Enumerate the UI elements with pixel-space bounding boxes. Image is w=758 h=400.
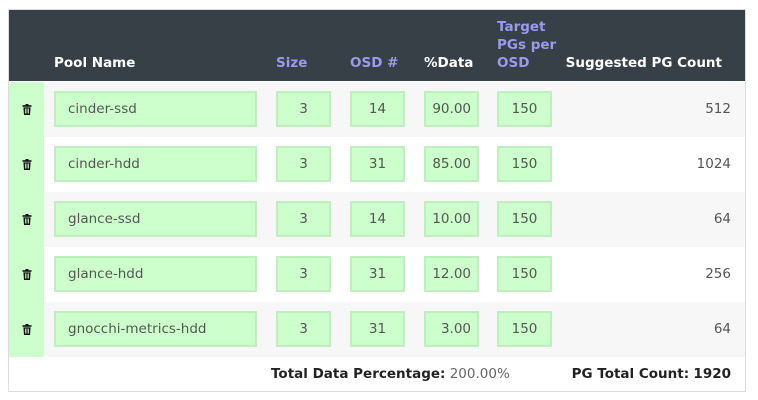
table-row: 64 xyxy=(9,192,745,247)
pg-total-value: 1920 xyxy=(693,366,731,382)
trash-icon xyxy=(22,214,31,225)
total-data-label: Total Data Percentage: xyxy=(271,366,446,382)
table-row: 512 xyxy=(9,82,745,137)
pg-calculator-table: Pool Name Size OSD # %Data Target PGs pe… xyxy=(8,9,746,392)
suggested-pg-count: 1024 xyxy=(696,156,731,172)
delete-row-button[interactable] xyxy=(9,247,44,302)
trash-icon xyxy=(22,324,31,335)
header-pool-name: Pool Name xyxy=(54,55,136,71)
header-osd-count[interactable]: OSD # xyxy=(350,54,398,72)
suggested-pg-count: 256 xyxy=(705,266,731,282)
data-percent-input[interactable] xyxy=(424,201,479,237)
pg-total-count: PG Total Count: 1920 xyxy=(572,357,731,392)
suggested-pg-count: 64 xyxy=(713,321,731,337)
target-pgs-input[interactable] xyxy=(497,146,552,182)
data-percent-input[interactable] xyxy=(424,311,479,347)
table-footer: Total Data Percentage: 200.00% PG Total … xyxy=(9,357,745,392)
trash-icon xyxy=(22,104,31,115)
total-data-value: 200.00% xyxy=(449,366,510,382)
delete-row-button[interactable] xyxy=(9,192,44,247)
header-data-percent: %Data xyxy=(424,55,474,71)
suggested-pg-count: 64 xyxy=(713,211,731,227)
table-row: 64 xyxy=(9,302,745,357)
osd-count-input[interactable] xyxy=(350,91,405,127)
trash-icon xyxy=(22,269,31,280)
data-percent-input[interactable] xyxy=(424,146,479,182)
delete-row-button[interactable] xyxy=(9,137,44,192)
target-pgs-input[interactable] xyxy=(497,201,552,237)
header-target-pgs-line2[interactable]: PGs per xyxy=(497,36,556,54)
osd-count-input[interactable] xyxy=(350,146,405,182)
target-pgs-input[interactable] xyxy=(497,256,552,292)
pg-total-label: PG Total Count: xyxy=(571,366,690,382)
delete-row-button[interactable] xyxy=(9,82,44,137)
table-row: 256 xyxy=(9,247,745,302)
size-input[interactable] xyxy=(276,256,331,292)
pool-name-input[interactable] xyxy=(54,201,257,237)
pool-name-input[interactable] xyxy=(54,311,257,347)
pool-name-input[interactable] xyxy=(54,256,257,292)
table-header: Pool Name Size OSD # %Data Target PGs pe… xyxy=(9,10,745,81)
suggested-pg-count: 512 xyxy=(705,101,731,117)
size-input[interactable] xyxy=(276,201,331,237)
table-row: 1024 xyxy=(9,137,745,192)
header-target-pgs-line1[interactable]: Target xyxy=(497,18,546,36)
data-percent-input[interactable] xyxy=(424,91,479,127)
osd-count-input[interactable] xyxy=(350,256,405,292)
header-suggested-pg-count: Suggested PG Count xyxy=(565,55,722,71)
header-target-pgs-line3[interactable]: OSD xyxy=(497,54,529,72)
size-input[interactable] xyxy=(276,146,331,182)
size-input[interactable] xyxy=(276,311,331,347)
osd-count-input[interactable] xyxy=(350,201,405,237)
pool-name-input[interactable] xyxy=(54,146,257,182)
total-data-percentage: Total Data Percentage: 200.00% xyxy=(271,357,510,392)
target-pgs-input[interactable] xyxy=(497,91,552,127)
size-input[interactable] xyxy=(276,91,331,127)
pool-name-input[interactable] xyxy=(54,91,257,127)
data-percent-input[interactable] xyxy=(424,256,479,292)
target-pgs-input[interactable] xyxy=(497,311,552,347)
osd-count-input[interactable] xyxy=(350,311,405,347)
trash-icon xyxy=(22,159,31,170)
header-size[interactable]: Size xyxy=(276,54,307,72)
delete-row-button[interactable] xyxy=(9,302,44,357)
